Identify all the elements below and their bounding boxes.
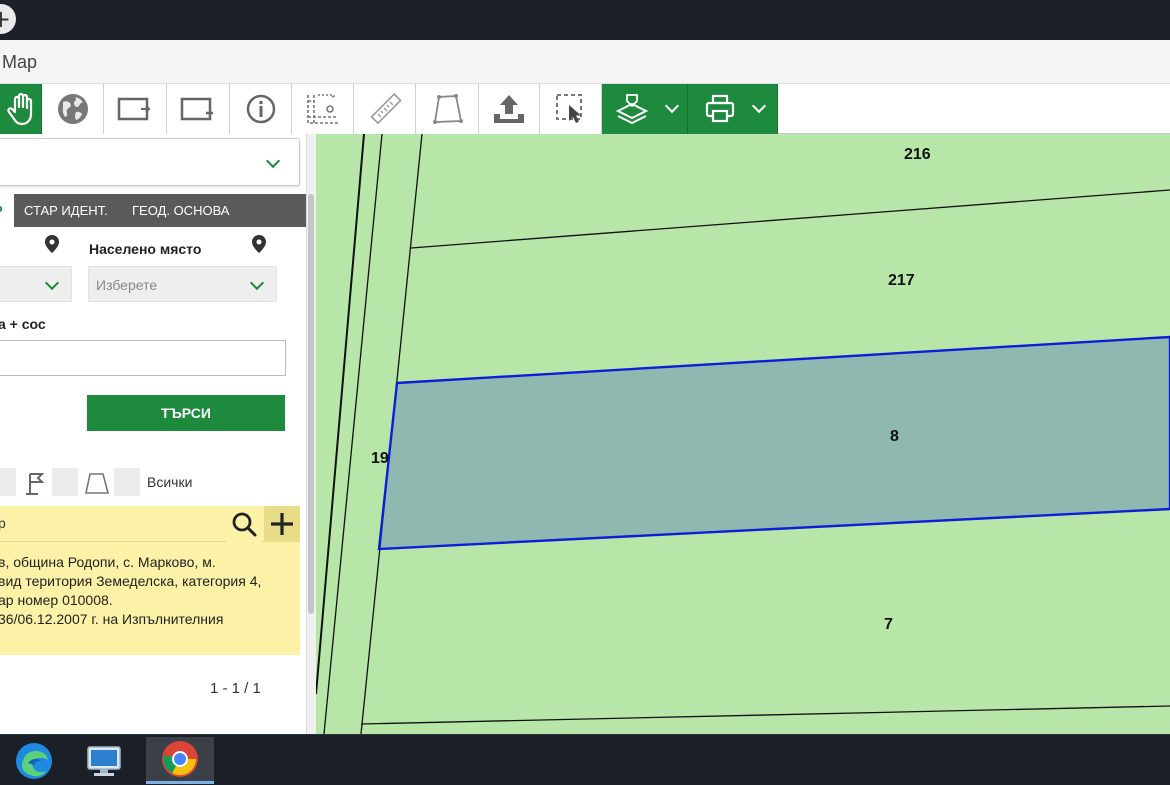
layers-icon bbox=[615, 94, 649, 125]
browser-top-strip bbox=[0, 0, 1170, 40]
result-search-button[interactable] bbox=[226, 506, 262, 542]
location-pin-icon[interactable] bbox=[45, 235, 59, 253]
zoom-out-box-button[interactable] bbox=[167, 84, 230, 134]
parcel-label[interactable]: 216 bbox=[904, 146, 931, 164]
settlement-select[interactable]: Изберете bbox=[88, 266, 277, 302]
measure-area-button[interactable] bbox=[416, 84, 479, 134]
map-canvas[interactable]: 216 217 8 19 7 bbox=[316, 134, 1170, 734]
identifier-label: а + сос bbox=[0, 316, 46, 332]
flag-icon[interactable] bbox=[24, 470, 46, 496]
polygon-icon[interactable] bbox=[83, 470, 111, 496]
select-cursor-icon bbox=[555, 94, 582, 123]
search-button[interactable]: ТЪРСИ bbox=[87, 395, 285, 431]
map-toolbar bbox=[0, 84, 1170, 134]
parcel-label[interactable]: 7 bbox=[884, 616, 893, 634]
chevron-down-icon bbox=[249, 275, 265, 291]
print-button[interactable] bbox=[688, 84, 778, 134]
parcel-label[interactable]: 217 bbox=[888, 272, 915, 290]
filter-parcel-icon[interactable] bbox=[0, 468, 16, 496]
search-sidebar: Р СТАР ИДЕНТ. ГЕОД. ОСНОВА Населено мяст… bbox=[0, 134, 316, 734]
filter-building-icon[interactable] bbox=[52, 468, 78, 496]
filter-all-label[interactable]: Всички bbox=[147, 474, 192, 490]
pan-tool-button[interactable] bbox=[0, 84, 42, 134]
zoom-in-box-button[interactable] bbox=[104, 84, 167, 134]
results-pager: 1 - 1 / 1 bbox=[210, 680, 261, 697]
result-search-bar: р bbox=[0, 506, 300, 542]
taskbar bbox=[0, 734, 1170, 785]
select-area-button[interactable] bbox=[540, 84, 602, 134]
chevron-down-icon bbox=[751, 98, 767, 114]
computer-icon bbox=[87, 745, 121, 776]
chevron-down-icon bbox=[44, 275, 60, 291]
tab-active[interactable]: Р bbox=[0, 194, 14, 227]
result-item[interactable]: в, община Родопи, с. Марково, м. вид тер… bbox=[0, 542, 300, 655]
edge-icon bbox=[16, 742, 52, 779]
printer-icon bbox=[705, 94, 735, 123]
settlement-select-value: Изберете bbox=[96, 277, 158, 293]
location-pin-icon[interactable] bbox=[252, 235, 266, 253]
result-search-text: р bbox=[0, 515, 6, 531]
zoom-box-in-icon bbox=[117, 97, 151, 121]
filter-other-icon[interactable] bbox=[114, 468, 140, 496]
identifier-input[interactable] bbox=[0, 340, 286, 376]
search-tabs: Р СТАР ИДЕНТ. ГЕОД. ОСНОВА bbox=[0, 194, 306, 227]
info-button[interactable] bbox=[230, 84, 292, 134]
chevron-down-icon bbox=[664, 98, 680, 114]
upload-icon bbox=[494, 95, 524, 123]
new-tab-icon[interactable] bbox=[0, 4, 16, 34]
globe-button[interactable] bbox=[42, 84, 104, 134]
layer-select[interactable] bbox=[0, 138, 300, 186]
layers-button[interactable] bbox=[602, 84, 688, 134]
search-icon bbox=[232, 512, 257, 537]
parcel-label-selected[interactable]: 8 bbox=[890, 428, 899, 446]
taskbar-edge[interactable] bbox=[0, 737, 68, 784]
result-line: вид територия Земеделска, категория 4, bbox=[0, 573, 262, 589]
measure-distance-button[interactable] bbox=[354, 84, 416, 134]
parcel-lines bbox=[316, 134, 1170, 734]
taskbar-remote-desktop[interactable] bbox=[70, 737, 138, 784]
ruler-icon bbox=[369, 93, 402, 125]
zoom-box-out-icon bbox=[180, 97, 213, 121]
app-titlebar: Map bbox=[0, 40, 1170, 84]
result-line: ар номер 010008. bbox=[0, 592, 113, 608]
globe-icon bbox=[57, 94, 88, 124]
app-title: Map bbox=[2, 52, 38, 72]
hand-icon bbox=[6, 92, 32, 126]
tab-old-ident[interactable]: СТАР ИДЕНТ. bbox=[24, 203, 108, 218]
chrome-icon bbox=[162, 741, 198, 777]
coordinates-button[interactable] bbox=[292, 84, 354, 134]
result-line: в, община Родопи, с. Марково, м. bbox=[0, 554, 216, 570]
sidebar-scrollbar-thumb[interactable] bbox=[308, 194, 314, 614]
info-icon bbox=[246, 94, 275, 124]
tab-geod-basis[interactable]: ГЕОД. ОСНОВА bbox=[132, 203, 229, 218]
taskbar-chrome[interactable] bbox=[146, 737, 214, 784]
result-line: 36/06.12.2007 г. на Изпълнителния bbox=[0, 611, 224, 627]
polygon-icon bbox=[433, 94, 463, 124]
settlement-label: Населено място bbox=[89, 241, 202, 257]
plus-icon bbox=[271, 513, 293, 535]
result-add-button[interactable] bbox=[264, 506, 300, 542]
municipality-select[interactable] bbox=[0, 266, 72, 302]
coordinates-icon bbox=[306, 94, 338, 124]
parcel-label[interactable]: 19 bbox=[371, 450, 389, 468]
upload-button[interactable] bbox=[479, 84, 540, 134]
chevron-down-icon bbox=[265, 153, 281, 169]
tab-active-label: Р bbox=[0, 203, 3, 218]
